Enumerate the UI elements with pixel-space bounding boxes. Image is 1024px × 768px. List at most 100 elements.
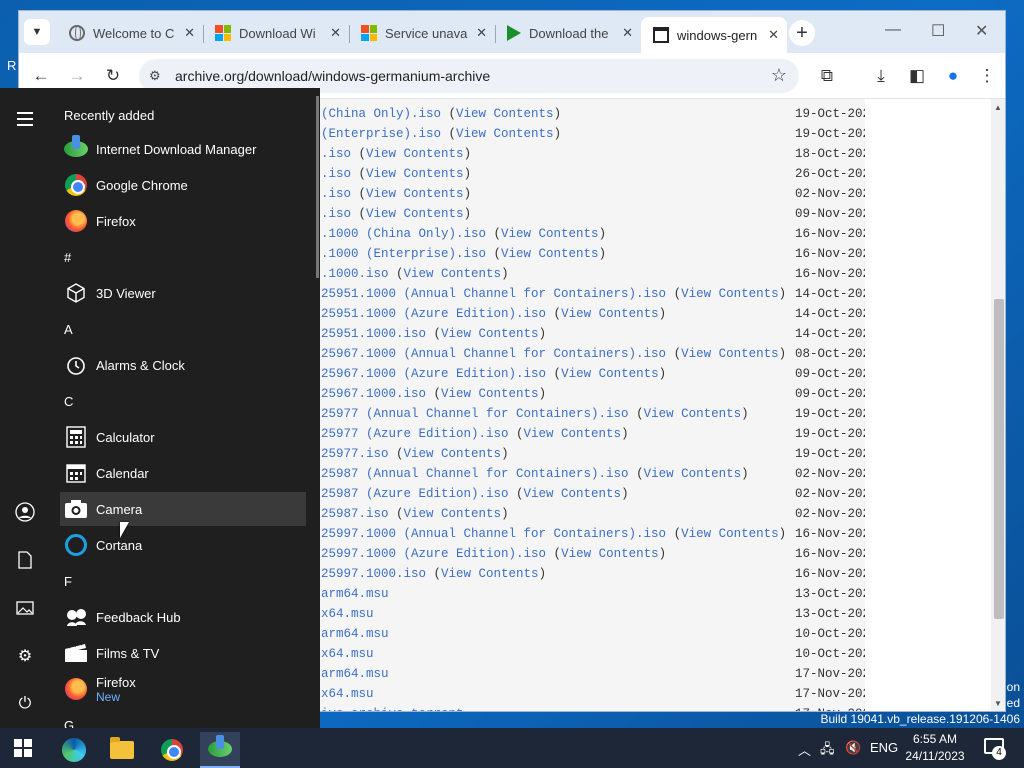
close-icon[interactable]: ✕	[622, 25, 633, 41]
extensions-button[interactable]: ⧉	[815, 64, 839, 88]
view-contents-link[interactable]: View Contents	[366, 147, 464, 161]
file-link[interactable]: 25997.1000 (Annual Channel for Container…	[321, 527, 666, 541]
speaker-muted-icon[interactable]: 🔇	[845, 740, 861, 756]
file-link[interactable]: 25977 (Azure Edition).iso	[321, 427, 509, 441]
file-link[interactable]: x64.msu	[321, 607, 374, 621]
view-contents-link[interactable]: View Contents	[441, 327, 539, 341]
tab-welcome[interactable]: Welcome to C ✕	[57, 17, 203, 49]
file-link[interactable]: 25967.1000 (Azure Edition).iso	[321, 367, 546, 381]
bookmark-star-icon[interactable]: ☆	[771, 65, 787, 86]
file-link[interactable]: .iso	[321, 187, 351, 201]
view-contents-link[interactable]: View Contents	[681, 287, 779, 301]
view-contents-link[interactable]: View Contents	[561, 307, 659, 321]
app-films-tv[interactable]: Films & TV	[60, 636, 306, 670]
section-letter[interactable]: C	[64, 394, 73, 409]
file-link[interactable]: .iso	[321, 167, 351, 181]
back-button[interactable]: ←	[29, 64, 53, 88]
view-contents-link[interactable]: View Contents	[561, 367, 659, 381]
scrollbar-thumb[interactable]	[994, 299, 1004, 619]
section-letter[interactable]: #	[64, 250, 71, 265]
view-contents-link[interactable]: View Contents	[366, 207, 464, 221]
forward-button[interactable]: →	[65, 64, 89, 88]
view-contents-link[interactable]: View Contents	[681, 347, 779, 361]
view-contents-link[interactable]: View Contents	[366, 187, 464, 201]
file-link[interactable]: ive_archive.torrent	[321, 707, 464, 711]
file-link[interactable]: 25967.1000 (Annual Channel for Container…	[321, 347, 666, 361]
taskbar-chrome[interactable]	[152, 732, 192, 768]
url-text[interactable]: archive.org/download/windows-germanium-a…	[175, 68, 490, 84]
clock[interactable]: 6:55 AM 24/11/2023	[900, 731, 970, 765]
close-icon[interactable]: ✕	[768, 27, 779, 43]
file-link[interactable]: arm64.msu	[321, 667, 389, 681]
file-link[interactable]: 25987.iso	[321, 507, 389, 521]
file-link[interactable]: 25997.1000.iso	[321, 567, 426, 581]
minimize-button[interactable]: —	[885, 21, 901, 39]
menu-button[interactable]: ⋮	[975, 64, 999, 88]
chevron-up-icon[interactable]: ︿	[798, 740, 811, 759]
user-icon[interactable]	[15, 502, 35, 522]
section-letter[interactable]: F	[64, 574, 72, 589]
view-contents-link[interactable]: View Contents	[456, 107, 554, 121]
view-contents-link[interactable]: View Contents	[524, 427, 622, 441]
view-contents-link[interactable]: View Contents	[644, 407, 742, 421]
file-link[interactable]: x64.msu	[321, 687, 374, 701]
app-calendar[interactable]: Calendar	[60, 456, 306, 490]
network-icon[interactable]: 🖧	[820, 740, 835, 762]
app-feedback-hub[interactable]: Feedback Hub	[60, 600, 306, 634]
file-link[interactable]: 25951.1000 (Azure Edition).iso	[321, 307, 546, 321]
file-link[interactable]: 25977.iso	[321, 447, 389, 461]
view-contents-link[interactable]: View Contents	[404, 447, 502, 461]
file-link[interactable]: 25997.1000 (Azure Edition).iso	[321, 547, 546, 561]
close-window-button[interactable]: ✕	[975, 21, 988, 41]
view-contents-link[interactable]: View Contents	[524, 487, 622, 501]
maximize-button[interactable]: ☐	[931, 21, 945, 41]
file-link[interactable]: x64.msu	[321, 647, 374, 661]
tab-search-button[interactable]: ▼	[24, 19, 50, 45]
file-link[interactable]: 25977 (Annual Channel for Containers).is…	[321, 407, 629, 421]
file-link[interactable]: (Enterprise).iso	[321, 127, 441, 141]
file-link[interactable]: .1000 (China Only).iso	[321, 227, 486, 241]
app-calculator[interactable]: Calculator	[60, 420, 306, 454]
view-contents-link[interactable]: View Contents	[501, 247, 599, 261]
section-letter[interactable]: A	[64, 322, 73, 337]
taskbar-file-explorer[interactable]	[102, 732, 142, 768]
site-info-icon[interactable]: ⚙	[149, 68, 161, 84]
file-link[interactable]: (China Only).iso	[321, 107, 441, 121]
view-contents-link[interactable]: View Contents	[501, 227, 599, 241]
file-link[interactable]: arm64.msu	[321, 627, 389, 641]
reload-button[interactable]: ↻	[101, 64, 125, 88]
file-link[interactable]: 25987 (Azure Edition).iso	[321, 487, 509, 501]
side-panel-button[interactable]: ◧	[905, 64, 929, 88]
file-link[interactable]: .1000.iso	[321, 267, 389, 281]
view-contents-link[interactable]: View Contents	[681, 527, 779, 541]
taskbar-edge[interactable]	[54, 732, 94, 768]
start-button[interactable]	[14, 739, 32, 757]
profile-button[interactable]: ●	[941, 64, 965, 88]
view-contents-link[interactable]: View Contents	[404, 507, 502, 521]
tab-download-windows[interactable]: Download Wi ✕	[203, 17, 349, 49]
close-icon[interactable]: ✕	[330, 25, 341, 41]
tab-service-unavailable[interactable]: Service unava ✕	[349, 17, 495, 49]
section-letter[interactable]: G	[64, 718, 74, 728]
scroll-down-icon[interactable]: ▼	[994, 699, 1002, 708]
app-3d-viewer[interactable]: 3D Viewer	[60, 276, 306, 310]
settings-gear-icon[interactable]: ⚙	[15, 646, 35, 666]
app-internet-download-manager[interactable]: Internet Download Manager	[60, 132, 306, 166]
view-contents-link[interactable]: View Contents	[441, 567, 539, 581]
close-icon[interactable]: ✕	[184, 25, 195, 41]
view-contents-link[interactable]: View Contents	[441, 387, 539, 401]
file-link[interactable]: 25951.1000 (Annual Channel for Container…	[321, 287, 666, 301]
view-contents-link[interactable]: View Contents	[644, 467, 742, 481]
close-icon[interactable]: ✕	[476, 25, 487, 41]
file-link[interactable]: .iso	[321, 207, 351, 221]
file-link[interactable]: 25967.1000.iso	[321, 387, 426, 401]
file-link[interactable]: arm64.msu	[321, 587, 389, 601]
app-google-chrome[interactable]: Google Chrome	[60, 168, 306, 202]
language-indicator[interactable]: ENG	[870, 740, 898, 755]
view-contents-link[interactable]: View Contents	[404, 267, 502, 281]
view-contents-link[interactable]: View Contents	[366, 167, 464, 181]
tab-download-the[interactable]: Download the ✕	[495, 17, 641, 49]
file-link[interactable]: .iso	[321, 147, 351, 161]
pictures-icon[interactable]	[15, 598, 35, 618]
file-link[interactable]: 25987 (Annual Channel for Containers).is…	[321, 467, 629, 481]
